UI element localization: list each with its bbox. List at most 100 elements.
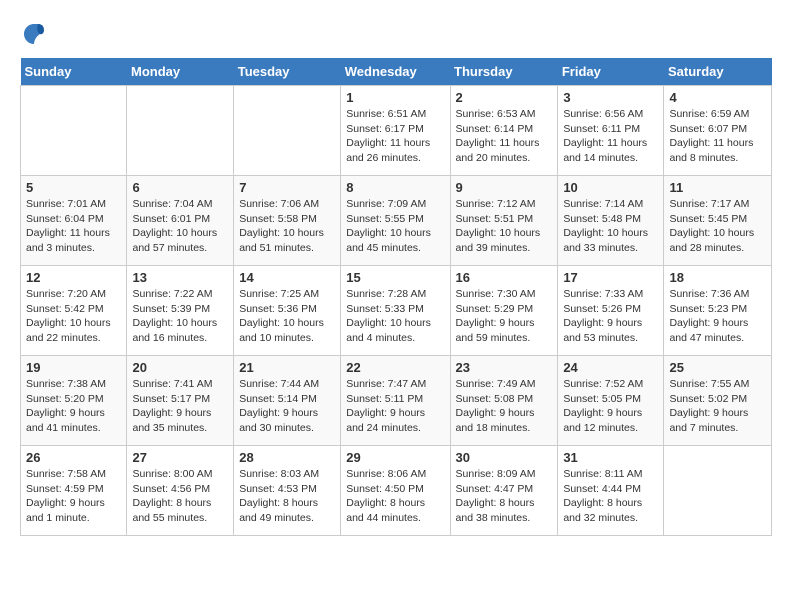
day-info: Sunrise: 8:06 AM Sunset: 4:50 PM Dayligh…	[346, 467, 444, 526]
day-number: 29	[346, 450, 444, 465]
day-info: Sunrise: 6:51 AM Sunset: 6:17 PM Dayligh…	[346, 107, 444, 166]
calendar-cell: 2 Sunrise: 6:53 AM Sunset: 6:14 PM Daylig…	[450, 86, 558, 176]
header-day-sunday: Sunday	[21, 58, 127, 86]
day-info: Sunrise: 7:25 AM Sunset: 5:36 PM Dayligh…	[239, 287, 335, 346]
day-info: Sunrise: 7:20 AM Sunset: 5:42 PM Dayligh…	[26, 287, 121, 346]
day-number: 11	[669, 180, 766, 195]
week-row-1: 1Sunrise: 6:51 AM Sunset: 6:17 PM Daylig…	[21, 86, 772, 176]
calendar-header: SundayMondayTuesdayWednesdayThursdayFrid…	[21, 58, 772, 86]
day-info: Sunrise: 8:11 AM Sunset: 4:44 PM Dayligh…	[563, 467, 658, 526]
day-info: Sunrise: 7:01 AM Sunset: 6:04 PM Dayligh…	[26, 197, 121, 256]
calendar-cell: 27 Sunrise: 8:00 AM Sunset: 4:56 PM Dayli…	[127, 446, 234, 536]
day-number: 22	[346, 360, 444, 375]
calendar-cell	[21, 86, 127, 176]
day-info: Sunrise: 7:33 AM Sunset: 5:26 PM Dayligh…	[563, 287, 658, 346]
calendar-cell: 26Sunrise: 7:58 AM Sunset: 4:59 PM Dayli…	[21, 446, 127, 536]
calendar-cell: 4 Sunrise: 6:59 AM Sunset: 6:07 PM Daylig…	[664, 86, 772, 176]
calendar-cell: 20 Sunrise: 7:41 AM Sunset: 5:17 PM Dayli…	[127, 356, 234, 446]
calendar-cell	[234, 86, 341, 176]
day-info: Sunrise: 7:14 AM Sunset: 5:48 PM Dayligh…	[563, 197, 658, 256]
calendar-cell: 14Sunrise: 7:25 AM Sunset: 5:36 PM Dayli…	[234, 266, 341, 356]
calendar-cell: 21Sunrise: 7:44 AM Sunset: 5:14 PM Dayli…	[234, 356, 341, 446]
calendar-cell: 1Sunrise: 6:51 AM Sunset: 6:17 PM Daylig…	[341, 86, 450, 176]
day-number: 13	[132, 270, 228, 285]
day-info: Sunrise: 7:04 AM Sunset: 6:01 PM Dayligh…	[132, 197, 228, 256]
day-number: 28	[239, 450, 335, 465]
calendar-body: 1Sunrise: 6:51 AM Sunset: 6:17 PM Daylig…	[21, 86, 772, 536]
day-info: Sunrise: 8:00 AM Sunset: 4:56 PM Dayligh…	[132, 467, 228, 526]
calendar-table: SundayMondayTuesdayWednesdayThursdayFrid…	[20, 58, 772, 536]
day-number: 4	[669, 90, 766, 105]
calendar-cell: 5 Sunrise: 7:01 AM Sunset: 6:04 PM Daylig…	[21, 176, 127, 266]
day-number: 7	[239, 180, 335, 195]
page-header	[20, 20, 772, 48]
calendar-cell: 8 Sunrise: 7:09 AM Sunset: 5:55 PM Daylig…	[341, 176, 450, 266]
day-number: 23	[456, 360, 553, 375]
day-info: Sunrise: 7:41 AM Sunset: 5:17 PM Dayligh…	[132, 377, 228, 436]
day-info: Sunrise: 6:56 AM Sunset: 6:11 PM Dayligh…	[563, 107, 658, 166]
day-info: Sunrise: 7:49 AM Sunset: 5:08 PM Dayligh…	[456, 377, 553, 436]
week-row-2: 5 Sunrise: 7:01 AM Sunset: 6:04 PM Daylig…	[21, 176, 772, 266]
calendar-cell: 3 Sunrise: 6:56 AM Sunset: 6:11 PM Daylig…	[558, 86, 664, 176]
calendar-cell: 12 Sunrise: 7:20 AM Sunset: 5:42 PM Dayli…	[21, 266, 127, 356]
day-number: 19	[26, 360, 121, 375]
day-info: Sunrise: 7:58 AM Sunset: 4:59 PM Dayligh…	[26, 467, 121, 526]
calendar-cell: 16Sunrise: 7:30 AM Sunset: 5:29 PM Dayli…	[450, 266, 558, 356]
week-row-5: 26Sunrise: 7:58 AM Sunset: 4:59 PM Dayli…	[21, 446, 772, 536]
calendar-cell: 30 Sunrise: 8:09 AM Sunset: 4:47 PM Dayli…	[450, 446, 558, 536]
header-day-wednesday: Wednesday	[341, 58, 450, 86]
day-info: Sunrise: 7:55 AM Sunset: 5:02 PM Dayligh…	[669, 377, 766, 436]
day-info: Sunrise: 7:28 AM Sunset: 5:33 PM Dayligh…	[346, 287, 444, 346]
header-day-tuesday: Tuesday	[234, 58, 341, 86]
calendar-cell: 29 Sunrise: 8:06 AM Sunset: 4:50 PM Dayli…	[341, 446, 450, 536]
calendar-cell: 9Sunrise: 7:12 AM Sunset: 5:51 PM Daylig…	[450, 176, 558, 266]
day-number: 15	[346, 270, 444, 285]
header-day-saturday: Saturday	[664, 58, 772, 86]
header-day-thursday: Thursday	[450, 58, 558, 86]
day-info: Sunrise: 7:38 AM Sunset: 5:20 PM Dayligh…	[26, 377, 121, 436]
calendar-cell: 24 Sunrise: 7:52 AM Sunset: 5:05 PM Dayli…	[558, 356, 664, 446]
day-info: Sunrise: 7:52 AM Sunset: 5:05 PM Dayligh…	[563, 377, 658, 436]
day-info: Sunrise: 7:47 AM Sunset: 5:11 PM Dayligh…	[346, 377, 444, 436]
day-info: Sunrise: 7:17 AM Sunset: 5:45 PM Dayligh…	[669, 197, 766, 256]
day-number: 21	[239, 360, 335, 375]
logo-icon	[20, 20, 48, 48]
calendar-cell: 13 Sunrise: 7:22 AM Sunset: 5:39 PM Dayli…	[127, 266, 234, 356]
day-info: Sunrise: 7:22 AM Sunset: 5:39 PM Dayligh…	[132, 287, 228, 346]
header-row: SundayMondayTuesdayWednesdayThursdayFrid…	[21, 58, 772, 86]
day-info: Sunrise: 6:53 AM Sunset: 6:14 PM Dayligh…	[456, 107, 553, 166]
day-number: 17	[563, 270, 658, 285]
day-number: 20	[132, 360, 228, 375]
day-info: Sunrise: 7:09 AM Sunset: 5:55 PM Dayligh…	[346, 197, 444, 256]
day-number: 25	[669, 360, 766, 375]
day-info: Sunrise: 7:30 AM Sunset: 5:29 PM Dayligh…	[456, 287, 553, 346]
calendar-cell: 10 Sunrise: 7:14 AM Sunset: 5:48 PM Dayli…	[558, 176, 664, 266]
day-number: 3	[563, 90, 658, 105]
day-info: Sunrise: 8:09 AM Sunset: 4:47 PM Dayligh…	[456, 467, 553, 526]
logo	[20, 20, 53, 48]
day-number: 5	[26, 180, 121, 195]
day-number: 30	[456, 450, 553, 465]
day-info: Sunrise: 8:03 AM Sunset: 4:53 PM Dayligh…	[239, 467, 335, 526]
day-info: Sunrise: 7:06 AM Sunset: 5:58 PM Dayligh…	[239, 197, 335, 256]
day-number: 24	[563, 360, 658, 375]
day-number: 27	[132, 450, 228, 465]
calendar-cell: 6Sunrise: 7:04 AM Sunset: 6:01 PM Daylig…	[127, 176, 234, 266]
calendar-cell: 19 Sunrise: 7:38 AM Sunset: 5:20 PM Dayli…	[21, 356, 127, 446]
calendar-cell: 25 Sunrise: 7:55 AM Sunset: 5:02 PM Dayli…	[664, 356, 772, 446]
week-row-3: 12 Sunrise: 7:20 AM Sunset: 5:42 PM Dayli…	[21, 266, 772, 356]
header-day-friday: Friday	[558, 58, 664, 86]
calendar-cell	[127, 86, 234, 176]
calendar-cell	[664, 446, 772, 536]
day-info: Sunrise: 7:12 AM Sunset: 5:51 PM Dayligh…	[456, 197, 553, 256]
calendar-cell: 11 Sunrise: 7:17 AM Sunset: 5:45 PM Dayli…	[664, 176, 772, 266]
day-number: 8	[346, 180, 444, 195]
day-number: 2	[456, 90, 553, 105]
day-number: 18	[669, 270, 766, 285]
week-row-4: 19 Sunrise: 7:38 AM Sunset: 5:20 PM Dayli…	[21, 356, 772, 446]
calendar-cell: 15 Sunrise: 7:28 AM Sunset: 5:33 PM Dayli…	[341, 266, 450, 356]
day-info: Sunrise: 7:36 AM Sunset: 5:23 PM Dayligh…	[669, 287, 766, 346]
day-number: 12	[26, 270, 121, 285]
day-number: 10	[563, 180, 658, 195]
day-info: Sunrise: 6:59 AM Sunset: 6:07 PM Dayligh…	[669, 107, 766, 166]
